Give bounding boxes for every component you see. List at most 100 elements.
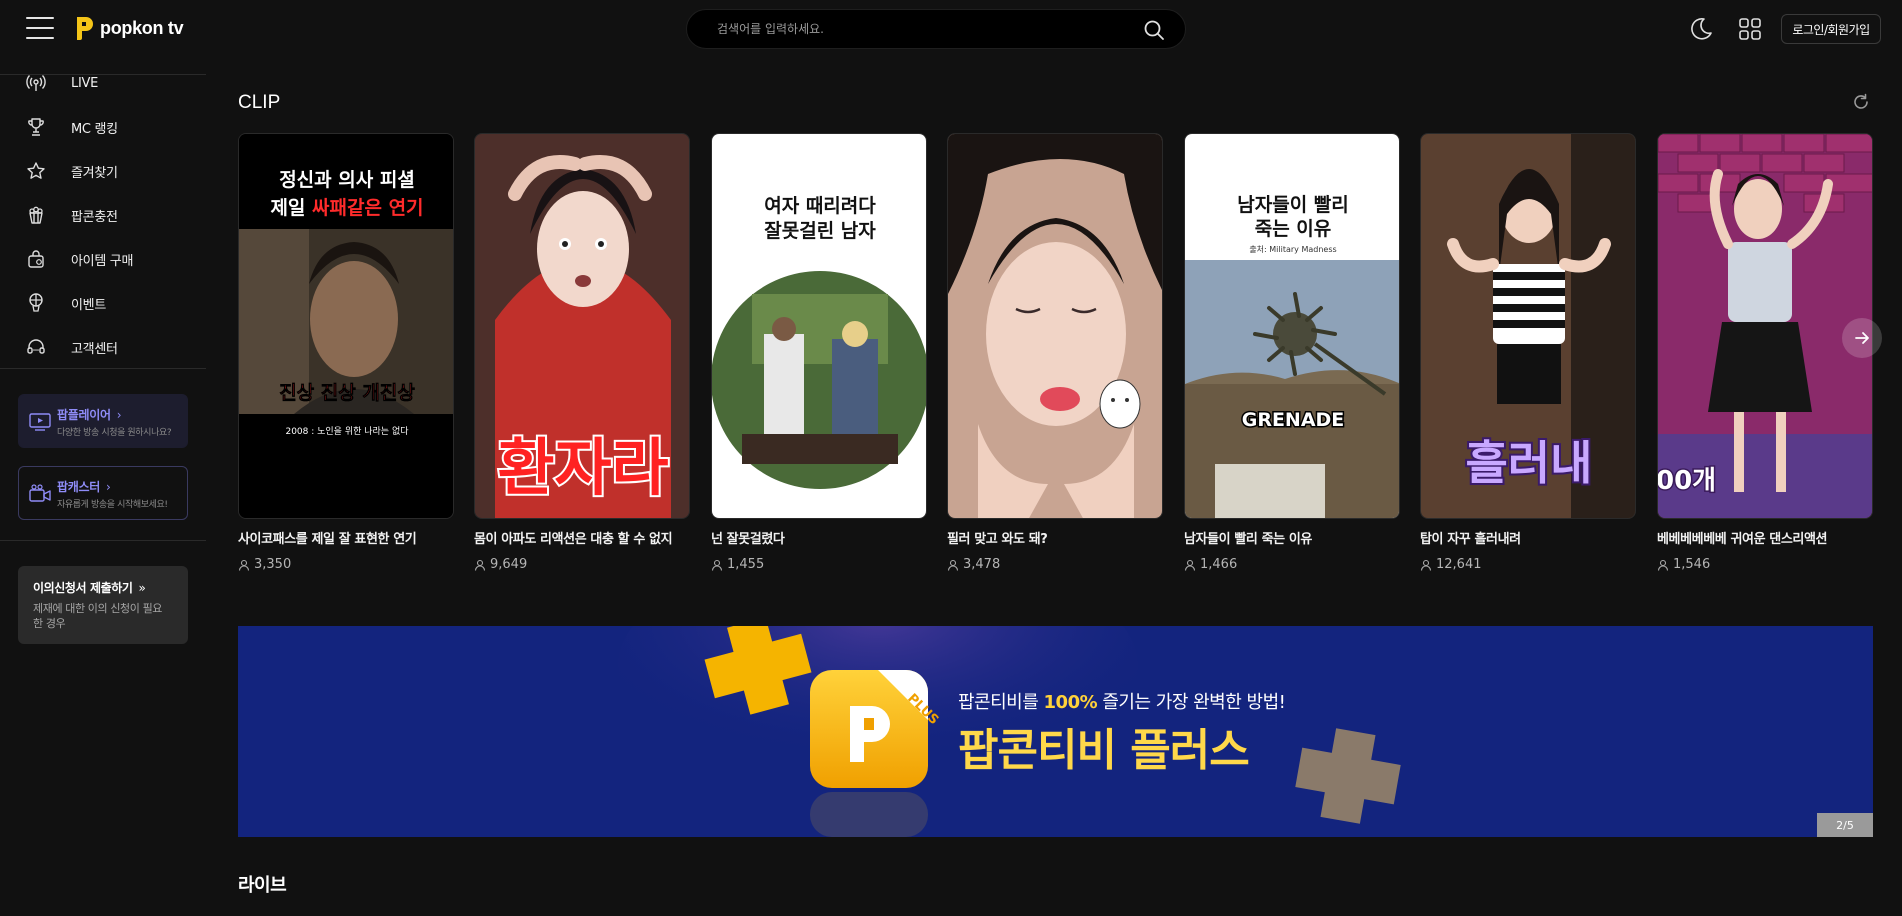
view-count: 1,546 <box>1657 557 1873 572</box>
clip-thumbnail: 남자들이 빨리 죽는 이유 출처: Military Madness GRENA… <box>1184 133 1400 519</box>
clip-card[interactable]: 남자들이 빨리 죽는 이유 출처: Military Madness GRENA… <box>1184 133 1400 572</box>
search-icon[interactable] <box>1143 19 1165 41</box>
logo-text: popkon tv <box>100 17 184 38</box>
clip-title: 탑이 자꾸 흘러내려 <box>1420 532 1521 547</box>
popplayer-card[interactable]: 팝플레이어 › 다양한 방송 시청을 원하시나요? <box>18 394 188 448</box>
clip-card[interactable]: 여자 때리려다 잘못걸린 남자 넌 잘못걸렸다 1,455 <box>711 133 927 572</box>
refresh-icon[interactable] <box>1852 93 1870 111</box>
camera-icon <box>29 484 51 502</box>
appeal-submit-card[interactable]: 이의신청서 제출하기» 제재에 대한 이의 신청이 필요한 경우 <box>18 566 188 644</box>
divider <box>0 74 206 75</box>
thumb-text: 제일 <box>270 197 312 219</box>
user-icon <box>947 559 959 571</box>
clip-title: 사이코패스를 제일 잘 표현한 연기 <box>238 532 417 547</box>
sidebar-item-favorites[interactable]: 즐겨찾기 <box>0 149 206 193</box>
promo-banner[interactable]: PLUS 팝콘티비를 100% 즐기는 가장 완벽한 방법! 팝콘티비 플러스 … <box>238 626 1873 837</box>
thumb-text: 환자라 <box>497 431 668 504</box>
sidebar-item-popcorn-charge[interactable]: 팝콘충전 <box>0 193 206 237</box>
shopping-bag-icon <box>28 250 44 268</box>
view-count: 1,466 <box>1184 557 1400 572</box>
thumb-text: 흘러내 <box>1466 436 1593 490</box>
clip-title: 몸이 아파도 리액션은 대충 할 수 없지 <box>474 532 673 547</box>
balloon-icon <box>29 293 43 312</box>
clip-card[interactable]: 흘러내 탑이 자꾸 흘러내려 12,641 <box>1420 133 1636 572</box>
popcaster-subtitle: 자유롭게 방송을 시작해보세요! <box>57 500 168 510</box>
sidebar-item-label: 아이템 구매 <box>71 253 134 269</box>
user-icon <box>1420 559 1432 571</box>
clip-title: 남자들이 빨리 죽는 이유 <box>1184 532 1312 547</box>
live-broadcast-icon <box>26 75 46 91</box>
thumb-text: 진상 진상 개진상 <box>279 382 415 404</box>
view-count: 3,478 <box>947 557 1163 572</box>
sidebar-item-label: 즐겨찾기 <box>71 165 118 181</box>
monitor-play-icon <box>29 413 51 431</box>
thumb-text: 2008 : 노인을 위한 나라는 없다 <box>285 426 409 437</box>
banner-title: 팝콘티비 플러스 <box>958 725 1250 776</box>
thumb-text: 여자 때리려다 <box>764 195 876 217</box>
sidebar-item-label: MC 랭킹 <box>71 121 118 137</box>
sidebar-item-item-purchase[interactable]: 아이템 구매 <box>0 237 206 281</box>
svg-text:제일 싸패같은 연기: 제일 싸패같은 연기 <box>270 197 423 219</box>
dark-mode-icon[interactable] <box>1688 16 1714 42</box>
thumb-text: 죽는 이유 <box>1255 218 1332 240</box>
user-icon <box>1184 559 1196 571</box>
popplayer-title: 팝플레이어 › <box>57 408 122 422</box>
headset-icon <box>27 339 45 354</box>
login-button[interactable]: 로그인/회원가입 <box>1781 14 1881 44</box>
chevron-right-icon: › <box>105 480 111 494</box>
user-icon <box>1657 559 1669 571</box>
top-bar: popkon tv 로그인/회원가입 <box>0 0 1902 58</box>
user-icon <box>238 559 250 571</box>
search-bar <box>686 9 1186 49</box>
popplayer-subtitle: 다양한 방송 시청을 원하시나요? <box>57 428 172 438</box>
carousel-next-button[interactable] <box>1842 318 1882 358</box>
clip-title: 넌 잘못걸렸다 <box>711 532 785 547</box>
clip-thumbnail: 정신과 의사 피셜 제일 싸패같은 연기 진상 진상 개진상 2008 : 노인… <box>238 133 454 519</box>
sidebar-item-label: 고객센터 <box>71 341 118 357</box>
search-input[interactable] <box>717 10 1117 48</box>
clip-card[interactable]: 환자라 몸이 아파도 리액션은 대충 할 수 없지 9,649 <box>474 133 690 572</box>
thumb-text: 정신과 의사 피셜 <box>279 169 415 191</box>
banner-tagline: 팝콘티비를 100% 즐기는 가장 완벽한 방법! <box>958 692 1286 713</box>
view-count: 3,350 <box>238 557 454 572</box>
sidebar-item-mc-ranking[interactable]: MC 랭킹 <box>0 105 206 149</box>
clip-card[interactable]: 00개 베베베베베베 귀여운 댄스리액션 1,546 <box>1657 133 1873 572</box>
appeal-title: 이의신청서 제출하기» <box>33 581 146 595</box>
thumb-text: 잘못걸린 남자 <box>764 220 876 242</box>
clip-thumbnail: 환자라 <box>474 133 690 519</box>
sidebar-item-customer-center[interactable]: 고객센터 <box>0 325 206 369</box>
clip-card[interactable]: 필러 맞고 와도 돼? 3,478 <box>947 133 1163 572</box>
double-chevron-right-icon: » <box>138 581 146 595</box>
clip-title: 베베베베베베 귀여운 댄스리액션 <box>1657 532 1828 547</box>
divider <box>0 368 206 369</box>
banner-pager: 2/5 <box>1817 813 1873 837</box>
view-count: 9,649 <box>474 557 690 572</box>
star-icon <box>27 162 45 179</box>
thumb-text: 싸패같은 연기 <box>312 197 424 219</box>
clip-title: 필러 맞고 와도 돼? <box>947 532 1048 547</box>
menu-icon[interactable] <box>26 17 54 39</box>
chevron-right-icon: › <box>116 408 122 422</box>
sidebar-item-label: 이벤트 <box>71 297 106 313</box>
clip-thumbnail: 흘러내 <box>1420 133 1636 519</box>
sidebar-item-event[interactable]: 이벤트 <box>0 281 206 325</box>
apps-grid-icon[interactable] <box>1738 17 1762 41</box>
thumb-text: 남자들이 빨리 <box>1237 194 1349 216</box>
thumb-text: GRENADE <box>1242 409 1345 431</box>
sidebar-item-label: LIVE <box>71 75 98 91</box>
logo[interactable]: popkon tv <box>74 14 184 42</box>
popcaster-card[interactable]: 팝캐스터 › 자유롭게 방송을 시작해보세요! <box>18 466 188 520</box>
trophy-icon <box>28 118 44 136</box>
view-count: 12,641 <box>1420 557 1636 572</box>
clip-thumbnail <box>947 133 1163 519</box>
popcaster-title: 팝캐스터 › <box>57 480 111 494</box>
thumb-text: 출처: Military Madness <box>1249 244 1336 254</box>
clip-thumbnail: 00개 <box>1657 133 1873 519</box>
sidebar: LIVE MC 랭킹 즐겨찾기 팝콘충전 아이템 구매 이벤트 고객센터 팝플레… <box>0 58 206 916</box>
logo-icon <box>77 17 93 40</box>
clip-card[interactable]: 정신과 의사 피셜 제일 싸패같은 연기 진상 진상 개진상 2008 : 노인… <box>238 133 454 572</box>
user-icon <box>711 559 723 571</box>
sidebar-item-live[interactable]: LIVE <box>0 61 206 105</box>
divider <box>0 540 206 541</box>
arrow-right-icon <box>1855 332 1869 344</box>
